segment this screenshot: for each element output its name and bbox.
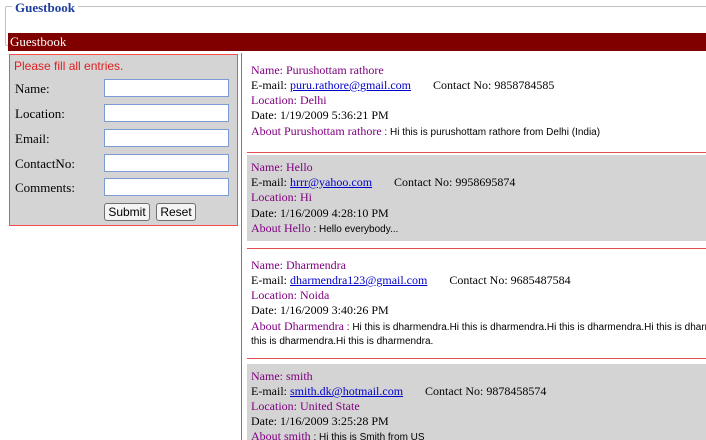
guestbook-entry: Name: Dharmendra E-mail: dharmendra123@g… — [247, 252, 706, 352]
entry-location: Location: Hi — [251, 190, 312, 204]
entry-about-continued: this is dharmendra.Hi this is dharmendra… — [251, 336, 434, 347]
name-input[interactable] — [104, 79, 229, 97]
contactno-input[interactable] — [104, 154, 229, 172]
name-label: Name: — [15, 81, 50, 96]
guestbook-entry: Name: Hello E-mail: hrrr@yahoo.com Contac… — [247, 155, 706, 241]
guestbook-entry: Name: Purushottam rathore E-mail: puru.r… — [247, 60, 706, 146]
location-label: Location: — [15, 106, 65, 121]
entry-about: About smith : Hi this is Smith from US — [251, 429, 425, 440]
entry-email-contact: E-mail: puru.rathore@gmail.com Contact No… — [251, 78, 555, 92]
entry-location: Location: Delhi — [251, 93, 327, 107]
entry-about: About Hello : Hello everybody... — [251, 221, 399, 235]
comments-input[interactable] — [104, 178, 229, 196]
entry-email-link[interactable]: smith.dk@hotmail.com — [290, 384, 403, 398]
comments-row: Comments: — [15, 178, 235, 198]
entry-divider — [247, 248, 706, 249]
entry-name: Name: Purushottam rathore — [251, 63, 384, 77]
entry-name: Name: Hello — [251, 160, 313, 174]
entry-name: Name: smith — [251, 369, 313, 383]
entry-email-contact: E-mail: smith.dk@hotmail.com Contact No: … — [251, 384, 547, 398]
email-row: Email: — [15, 129, 235, 149]
entry-divider — [247, 152, 706, 153]
entry-email-link[interactable]: hrrr@yahoo.com — [290, 175, 372, 189]
submit-button[interactable]: Submit — [104, 203, 150, 221]
reset-button[interactable]: Reset — [156, 203, 196, 221]
entry-about: About Purushottam rathore : Hi this is p… — [251, 124, 601, 138]
comments-label: Comments: — [15, 180, 75, 195]
guestbook-form: Please fill all entries. Name: Location:… — [9, 54, 238, 226]
location-input[interactable] — [104, 104, 229, 122]
entry-location: Location: United State — [251, 399, 360, 413]
entry-email-link[interactable]: puru.rathore@gmail.com — [290, 78, 411, 92]
entry-location: Location: Noida — [251, 288, 330, 302]
email-label: Email: — [15, 131, 50, 146]
entry-email-contact: E-mail: dharmendra123@gmail.com Contact N… — [251, 273, 571, 287]
entry-email-link[interactable]: dharmendra123@gmail.com — [290, 273, 427, 287]
name-row: Name: — [15, 79, 235, 99]
entry-divider — [247, 358, 706, 359]
entry-name: Name: Dharmendra — [251, 258, 346, 272]
entry-date: Date: 1/16/2009 3:40:26 PM — [251, 303, 389, 317]
entry-email-contact: E-mail: hrrr@yahoo.com Contact No: 995869… — [251, 175, 516, 189]
entry-date: Date: 1/16/2009 3:25:28 PM — [251, 414, 389, 428]
guestbook-title-bar: Guestbook — [8, 33, 706, 51]
contactno-row: ContactNo: — [15, 154, 235, 174]
form-validation-message: Please fill all entries. — [14, 59, 124, 73]
entry-date: Date: 1/16/2009 4:28:10 PM — [251, 206, 389, 220]
guestbook-legend: Guestbook — [12, 0, 78, 16]
contactno-label: ContactNo: — [15, 156, 75, 171]
location-row: Location: — [15, 104, 235, 124]
guestbook-entry: Name: smith E-mail: smith.dk@hotmail.com… — [247, 364, 706, 440]
entry-date: Date: 1/19/2009 5:36:21 PM — [251, 108, 389, 122]
email-input[interactable] — [104, 129, 229, 147]
